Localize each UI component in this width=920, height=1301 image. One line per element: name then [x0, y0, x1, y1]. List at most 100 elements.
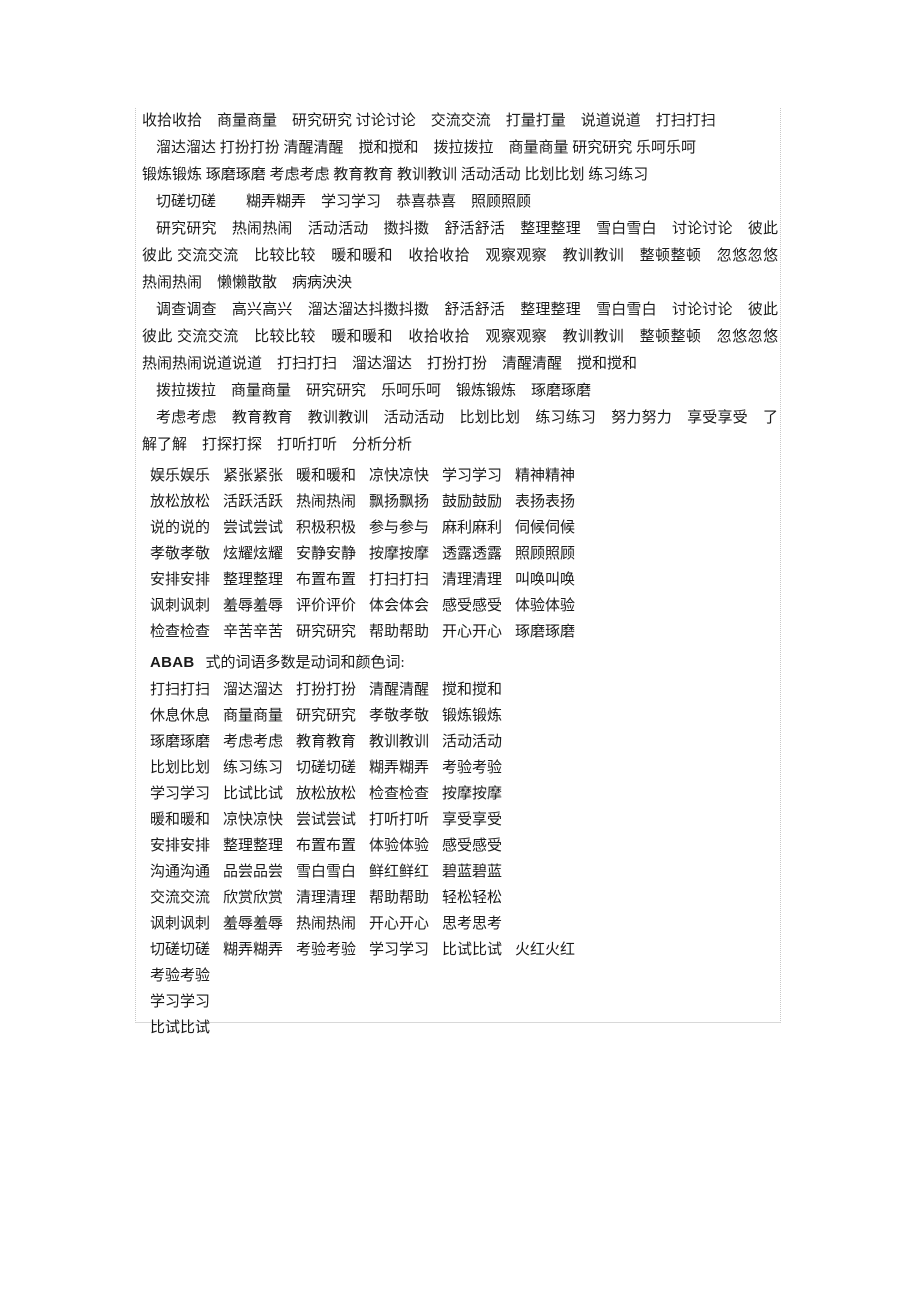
grid-cell: 羞辱羞辱	[223, 598, 284, 614]
grid-cell: 糊弄糊弄	[223, 942, 284, 958]
grid-row: 比试比试	[150, 1015, 782, 1041]
grid-cell: 暖和暖和	[150, 812, 211, 828]
grid-cell: 辛苦辛苦	[223, 624, 284, 640]
grid-cell: 讽刺讽刺	[150, 598, 211, 614]
grid-cell: 帮助帮助	[369, 624, 430, 640]
grid-cell: 学习学习	[369, 942, 430, 958]
grid-cell: 学习学习	[150, 786, 211, 802]
grid-cell: 表扬表扬	[515, 494, 576, 510]
grid-row: 讽刺讽刺 羞辱羞辱 评价评价 体会体会 感受感受 体验体验	[150, 593, 782, 619]
grid-cell: 尝试尝试	[223, 520, 284, 536]
grid-cell: 沟通沟通	[150, 864, 211, 880]
grid-cell: 思考思考	[442, 916, 503, 932]
grid-cell: 品尝品尝	[223, 864, 284, 880]
grid-cell: 交流交流	[150, 890, 211, 906]
grid-cell: 感受感受	[442, 838, 503, 854]
grid-cell: 安排安排	[150, 838, 211, 854]
grid-row: 暖和暖和 凉快凉快 尝试尝试 打听打听 享受享受	[150, 807, 782, 833]
grid-cell: 切磋切磋	[150, 942, 211, 958]
grid-cell: 紧张紧张	[223, 468, 284, 484]
grid-cell: 打扮打扮	[296, 682, 357, 698]
grid-cell: 整理整理	[223, 572, 284, 588]
grid-cell: 研究研究	[296, 624, 357, 640]
grid-cell: 教育教育	[296, 734, 357, 750]
grid-cell: 热闹热闹	[296, 494, 357, 510]
grid-row: 学习学习	[150, 989, 782, 1015]
grid-cell: 欣赏欣赏	[223, 890, 284, 906]
paragraph-line: 收拾收拾 商量商量 研究研究 讨论讨论 交流交流 打量打量 说道说道 打扫打扫	[142, 113, 716, 129]
grid-cell: 锻炼锻炼	[442, 708, 503, 724]
grid-cell: 比试比试	[223, 786, 284, 802]
grid-row: 学习学习 比试比试 放松放松 检查检查 按摩按摩	[150, 781, 782, 807]
grid-cell: 练习练习	[223, 760, 284, 776]
grid-cell: 休息休息	[150, 708, 211, 724]
grid-cell: 考验考验	[296, 942, 357, 958]
grid-cell: 考验考验	[442, 760, 503, 776]
grid-cell: 积极积极	[296, 520, 357, 536]
grid-cell: 活动活动	[442, 734, 503, 750]
grid-row: 说的说的 尝试尝试 积极积极 参与参与 麻利麻利 伺候伺候	[150, 515, 782, 541]
grid-cell: 享受享受	[442, 812, 503, 828]
grid-row: 安排安排 整理整理 布置布置 体验体验 感受感受	[150, 833, 782, 859]
grid-cell: 孝敬孝敬	[369, 708, 430, 724]
paragraph-line: 研究研究 热闹热闹 活动活动 擞抖擞 舒活舒活 整理整理 雪白雪白 讨论讨论 彼…	[142, 221, 794, 291]
grid-cell: 评价评价	[296, 598, 357, 614]
grid-row: 考验考验	[150, 963, 782, 989]
grid-cell: 尝试尝试	[296, 812, 357, 828]
grid-cell: 体验体验	[369, 838, 430, 854]
grid-row: 沟通沟通 品尝品尝 雪白雪白 鲜红鲜红 碧蓝碧蓝	[150, 859, 782, 885]
grid-cell: 比试比试	[150, 1020, 211, 1036]
grid-cell: 雪白雪白	[296, 864, 357, 880]
grid-cell: 琢磨琢磨	[150, 734, 211, 750]
grid-cell: 炫耀炫耀	[223, 546, 284, 562]
paragraph-line: 溜达溜达 打扮打扮 清醒清醒 搅和搅和 拨拉拨拉 商量商量 研究研究 乐呵乐呵	[156, 140, 697, 156]
grid-cell: 说的说的	[150, 520, 211, 536]
grid-cell: 体会体会	[369, 598, 430, 614]
abab-heading: ABAB 式的词语多数是动词和颜色词:	[136, 649, 782, 677]
grid-cell: 打扫打扫	[150, 682, 211, 698]
grid-row: 打扫打扫 溜达溜达 打扮打扮 清醒清醒 搅和搅和	[150, 677, 782, 703]
grid-row: 安排安排 整理整理 布置布置 打扫打扫 清理清理 叫唤叫唤	[150, 567, 782, 593]
grid-cell: 参与参与	[369, 520, 430, 536]
abab-label: ABAB	[150, 654, 195, 671]
grid-cell: 鼓励鼓励	[442, 494, 503, 510]
grid-cell: 精神精神	[515, 468, 576, 484]
grid-row: 休息休息 商量商量 研究研究 孝敬孝敬 锻炼锻炼	[150, 703, 782, 729]
document-page: 收拾收拾 商量商量 研究研究 讨论讨论 交流交流 打量打量 说道说道 打扫打扫 …	[135, 108, 793, 1036]
grid-cell: 糊弄糊弄	[369, 760, 430, 776]
grid-cell: 热闹热闹	[296, 916, 357, 932]
document-body: 收拾收拾 商量商量 研究研究 讨论讨论 交流交流 打量打量 说道说道 打扫打扫 …	[136, 108, 794, 1041]
grid-cell: 鲜红鲜红	[369, 864, 430, 880]
grid-cell: 学习学习	[150, 994, 211, 1010]
grid-row: 琢磨琢磨 考虑考虑 教育教育 教训教训 活动活动	[150, 729, 782, 755]
grid-row: 放松放松 活跃活跃 热闹热闹 飘扬飘扬 鼓励鼓励 表扬表扬	[150, 489, 782, 515]
grid-row: 检查检查 辛苦辛苦 研究研究 帮助帮助 开心开心 琢磨琢磨	[150, 619, 782, 645]
grid-cell: 切磋切磋	[296, 760, 357, 776]
grid-row: 比划比划 练习练习 切磋切磋 糊弄糊弄 考验考验	[150, 755, 782, 781]
grid-cell: 碧蓝碧蓝	[442, 864, 503, 880]
grid-cell: 检查检查	[369, 786, 430, 802]
paragraph-section: 收拾收拾 商量商量 研究研究 讨论讨论 交流交流 打量打量 说道说道 打扫打扫 …	[136, 108, 794, 459]
grid-cell: 体验体验	[515, 598, 576, 614]
grid-cell: 讽刺讽刺	[150, 916, 211, 932]
grid-cell: 清理清理	[296, 890, 357, 906]
grid-cell: 考验考验	[150, 968, 211, 984]
grid-row: 娱乐娱乐 紧张紧张 暖和暖和 凉快凉快 学习学习 精神精神	[150, 463, 782, 489]
grid-cell: 麻利麻利	[442, 520, 503, 536]
grid-cell: 娱乐娱乐	[150, 468, 211, 484]
grid-cell: 火红火红	[515, 942, 576, 958]
grid-cell: 研究研究	[296, 708, 357, 724]
grid-cell: 安静安静	[296, 546, 357, 562]
abab-word-grid: 打扫打扫 溜达溜达 打扮打扮 清醒清醒 搅和搅和 休息休息 商量商量 研究研究 孝敬孝敬 锻炼锻炼…	[136, 677, 782, 1041]
paragraph-line: 考虑考虑 教育教育 教训教训 活动活动 比划比划 练习练习 努力努力 享受享受 …	[142, 410, 778, 453]
abab-heading-text: 式的词语多数是动词和颜色词:	[205, 655, 405, 671]
grid-cell: 凉快凉快	[369, 468, 430, 484]
grid-cell: 商量商量	[223, 708, 284, 724]
grid-cell: 开心开心	[442, 624, 503, 640]
grid-cell: 暖和暖和	[296, 468, 357, 484]
grid-cell: 羞辱羞辱	[223, 916, 284, 932]
grid-cell: 比试比试	[442, 942, 503, 958]
grid-cell: 溜达溜达	[223, 682, 284, 698]
grid-cell: 按摩按摩	[369, 546, 430, 562]
grid-cell: 放松放松	[150, 494, 211, 510]
